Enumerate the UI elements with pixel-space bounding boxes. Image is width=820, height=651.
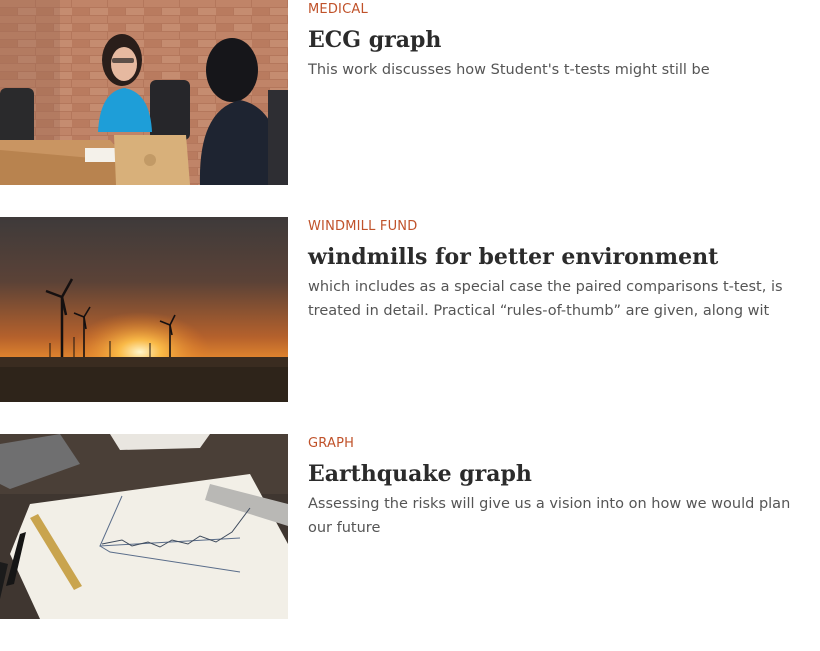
wind-turbines-sunset-photo	[0, 217, 288, 402]
post-excerpt: Assessing the risks will give us a visio…	[308, 496, 791, 536]
post-thumbnail-link[interactable]	[0, 434, 288, 619]
post-thumbnail-link[interactable]	[0, 217, 288, 402]
post-category-link[interactable]: MEDICAL	[308, 1, 808, 19]
post-excerpt: This work discusses how Student's t-test…	[308, 62, 710, 78]
post-meta: MEDICAL ECG graph This work discusses ho…	[308, 0, 808, 82]
post-category-link[interactable]: WINDMILL FUND	[308, 218, 808, 236]
post-list: MEDICAL ECG graph This work discusses ho…	[0, 0, 820, 651]
office-meeting-photo	[0, 0, 288, 185]
post-meta: WINDMILL FUND windmills for better envir…	[308, 217, 808, 323]
post-meta: GRAPH Earthquake graph Assessing the ris…	[308, 434, 808, 540]
post-card: MEDICAL ECG graph This work discusses ho…	[0, 0, 820, 185]
post-card: WINDMILL FUND windmills for better envir…	[0, 217, 820, 402]
post-excerpt: which includes as a special case the pai…	[308, 279, 783, 319]
hand-drawn-graph-photo	[0, 434, 288, 619]
post-thumbnail-link[interactable]	[0, 0, 288, 185]
post-title-link[interactable]: Earthquake graph	[308, 460, 808, 488]
post-card: GRAPH Earthquake graph Assessing the ris…	[0, 434, 820, 619]
post-title-link[interactable]: windmills for better environment	[308, 243, 808, 271]
post-title-link[interactable]: ECG graph	[308, 26, 808, 54]
post-category-link[interactable]: GRAPH	[308, 435, 808, 453]
